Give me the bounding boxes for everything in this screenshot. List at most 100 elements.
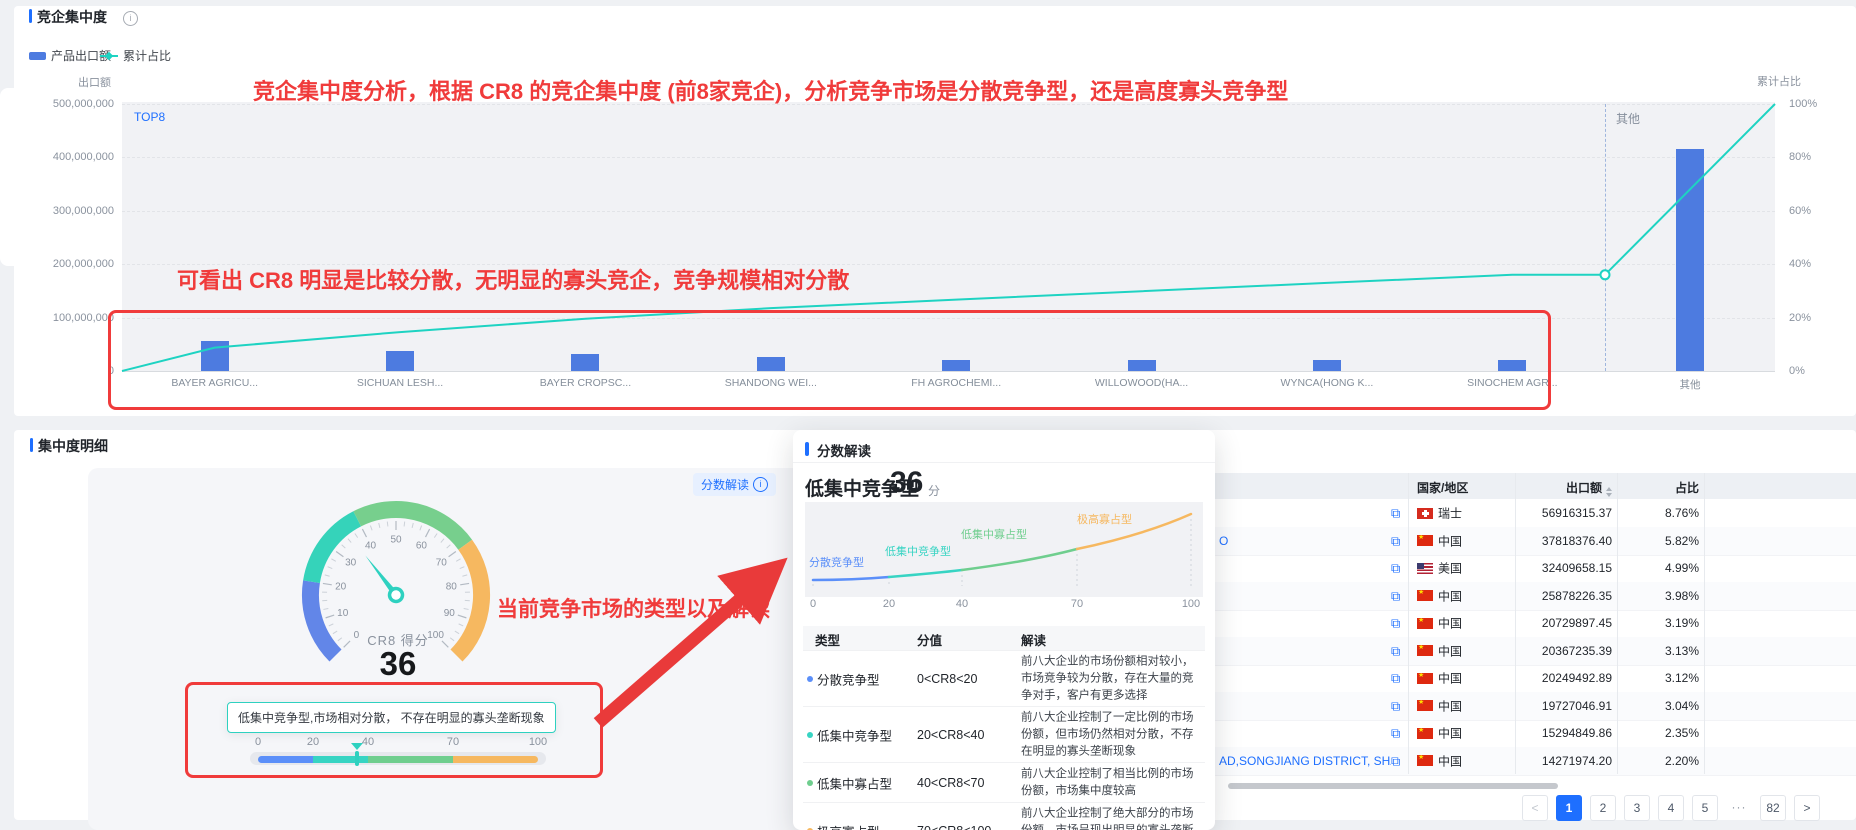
export-amount: 20249492.89 bbox=[1542, 671, 1612, 685]
company-detail-icon[interactable]: ⧉ bbox=[1391, 672, 1400, 685]
legend-cumulative-share[interactable]: 累计占比 bbox=[100, 47, 171, 64]
company-name-link[interactable]: AD,SONGJIANG DISTRICT, SHANGHAI CHI... bbox=[1219, 754, 1391, 768]
page-button-3[interactable]: 3 bbox=[1624, 795, 1650, 821]
section-accent-bar bbox=[29, 9, 32, 23]
table-row[interactable]: ⧉瑞士56916315.378.76% bbox=[1215, 499, 1856, 528]
share-percent: 3.19% bbox=[1665, 616, 1699, 630]
page-button-4[interactable]: 4 bbox=[1658, 795, 1684, 821]
company-detail-icon[interactable]: ⧉ bbox=[1391, 589, 1400, 602]
y2-axis-title: 累计占比 bbox=[1757, 73, 1801, 89]
popup-type-cell: 极高寡占型 bbox=[805, 803, 905, 830]
type-dot-icon bbox=[807, 676, 813, 682]
region-label-other: 其他 bbox=[1616, 110, 1640, 127]
company-detail-icon[interactable]: ⧉ bbox=[1391, 562, 1400, 575]
gauge-segment-低集中竞争型 bbox=[312, 519, 358, 582]
popup-type-label: 极高寡占型 bbox=[817, 822, 880, 830]
column-divider bbox=[1617, 473, 1618, 774]
prev-page-button[interactable]: < bbox=[1522, 795, 1548, 821]
svg-text:30: 30 bbox=[345, 558, 357, 569]
score-curve-svg bbox=[805, 502, 1203, 597]
bar-其他[interactable] bbox=[1676, 149, 1704, 371]
popup-accent-bar bbox=[805, 442, 809, 456]
page-button-5[interactable]: 5 bbox=[1692, 795, 1718, 821]
table-row[interactable]: O⧉中国37818376.405.82% bbox=[1215, 527, 1856, 556]
y-tick-label: 400,000,000 bbox=[14, 151, 114, 163]
horizontal-scrollbar[interactable] bbox=[1228, 783, 1558, 789]
legend-export-amount[interactable]: 产品出口额 bbox=[29, 47, 111, 64]
company-detail-icon[interactable]: ⧉ bbox=[1391, 617, 1400, 630]
gauge-segment-低集中寡占型 bbox=[357, 509, 465, 544]
popup-axis-tick: 40 bbox=[947, 598, 977, 610]
page-ellipsis[interactable]: ··· bbox=[1726, 795, 1752, 821]
table-row[interactable]: ⧉中国19727046.913.04% bbox=[1215, 692, 1856, 721]
flag-icon-cn bbox=[1417, 618, 1433, 629]
country-name: 美国 bbox=[1438, 560, 1462, 577]
table-row[interactable]: ⧉中国20729897.453.19% bbox=[1215, 609, 1856, 638]
export-amount: 56916315.37 bbox=[1542, 506, 1612, 520]
company-name-link[interactable]: O bbox=[1219, 534, 1228, 548]
table-row[interactable]: ⧉中国20367235.393.13% bbox=[1215, 637, 1856, 666]
company-detail-icon[interactable]: ⧉ bbox=[1391, 699, 1400, 712]
popup-axis-tick: 100 bbox=[1176, 598, 1206, 610]
svg-text:90: 90 bbox=[444, 608, 456, 619]
popup-axis-tick: 70 bbox=[1062, 598, 1092, 610]
y2-tick-label: 40% bbox=[1789, 258, 1811, 270]
section-title-detail: 集中度明细 bbox=[38, 436, 108, 456]
popup-desc-text: 前八大企业控制了绝大部分的市场份额，市场呈现出明显的寡头垄断特征 bbox=[1021, 806, 1203, 830]
annotation-note1: 竞企集中度分析，根据 CR8 的竞企集中度 (前8家竞企)，分析竞争市场是分散竞… bbox=[253, 74, 1288, 106]
gridline bbox=[122, 157, 1775, 158]
table-row[interactable]: ⧉中国25878226.353.98% bbox=[1215, 582, 1856, 611]
table-row[interactable]: ⧉中国15294849.862.35% bbox=[1215, 719, 1856, 748]
company-detail-icon[interactable]: ⧉ bbox=[1391, 644, 1400, 657]
y2-tick-label: 0% bbox=[1789, 365, 1805, 377]
svg-text:10: 10 bbox=[337, 608, 349, 619]
curve-label-high-oligopoly: 极高寡占型 bbox=[1077, 511, 1132, 527]
country-name: 中国 bbox=[1438, 725, 1462, 742]
score-info-icon: i bbox=[753, 477, 768, 492]
popup-type-label: 分散竞争型 bbox=[817, 670, 880, 689]
flag-icon-cn bbox=[1417, 645, 1433, 656]
share-percent: 3.98% bbox=[1665, 589, 1699, 603]
y2-tick-label: 100% bbox=[1789, 98, 1817, 110]
popup-header-range: 分值 bbox=[917, 630, 942, 649]
export-amount: 19727046.91 bbox=[1542, 699, 1612, 713]
left-rail-panel bbox=[0, 88, 14, 266]
table-row[interactable]: ⧉美国32409658.154.99% bbox=[1215, 554, 1856, 583]
page-button-2[interactable]: 2 bbox=[1590, 795, 1616, 821]
popup-range-value: 20<CR8<40 bbox=[917, 728, 984, 742]
score-interpretation-popup: 分数解读 低集中竞争型 36 分 分散竞争型 低集中竞争型 低集中寡占型 极高寡… bbox=[793, 430, 1215, 830]
table-header-row: 国家/地区 出口额 占比 bbox=[1215, 473, 1856, 499]
type-dot-icon bbox=[807, 732, 813, 738]
company-detail-icon[interactable]: ⧉ bbox=[1391, 754, 1400, 767]
company-detail-icon[interactable]: ⧉ bbox=[1391, 534, 1400, 547]
country-name: 中国 bbox=[1438, 752, 1462, 769]
company-detail-icon[interactable]: ⧉ bbox=[1391, 727, 1400, 740]
page-button-1[interactable]: 1 bbox=[1556, 795, 1582, 821]
export-amount: 32409658.15 bbox=[1542, 561, 1612, 575]
annotation-box-scale bbox=[185, 682, 603, 778]
table-header-amount[interactable]: 出口额 bbox=[1566, 479, 1612, 497]
share-percent: 3.12% bbox=[1665, 671, 1699, 685]
page-button-82[interactable]: 82 bbox=[1760, 795, 1786, 821]
popup-header-type: 类型 bbox=[815, 630, 840, 649]
curve-label-low-oligopoly: 低集中寡占型 bbox=[961, 526, 1027, 542]
gauge-segment-极高寡占型 bbox=[457, 545, 482, 656]
region-label-top8: TOP8 bbox=[134, 110, 165, 124]
popup-table-row: 低集中寡占型40<CR8<70前八大企业控制了相当比例的市场份额，市场集中度较高 bbox=[803, 762, 1205, 803]
y-tick-label: 0 bbox=[14, 365, 114, 377]
sort-icon[interactable] bbox=[1606, 487, 1612, 497]
table-row[interactable]: ⧉ 中国 20249492.89 3.12% bbox=[1215, 664, 1856, 693]
score-interpretation-button[interactable]: 分数解读 i bbox=[693, 473, 776, 496]
popup-table-row: 极高寡占型70<CR8<100前八大企业控制了绝大部分的市场份额，市场呈现出明显… bbox=[803, 802, 1205, 830]
next-page-button[interactable]: > bbox=[1794, 795, 1820, 821]
country-name: 中国 bbox=[1438, 670, 1462, 687]
top8-other-separator bbox=[1605, 104, 1606, 371]
company-detail-icon[interactable]: ⧉ bbox=[1391, 507, 1400, 520]
popup-desc-text: 前八大企业控制了相当比例的市场份额，市场集中度较高 bbox=[1021, 766, 1203, 800]
popup-type-cell: 分散竞争型 bbox=[805, 651, 905, 707]
concentration-info-icon[interactable]: i bbox=[123, 8, 138, 26]
export-amount: 25878226.35 bbox=[1542, 589, 1612, 603]
y2-tick-label: 60% bbox=[1789, 205, 1811, 217]
share-percent: 3.13% bbox=[1665, 644, 1699, 658]
table-row[interactable]: AD,SONGJIANG DISTRICT, SHANGHAI CHI...⧉ 中… bbox=[1215, 747, 1856, 776]
